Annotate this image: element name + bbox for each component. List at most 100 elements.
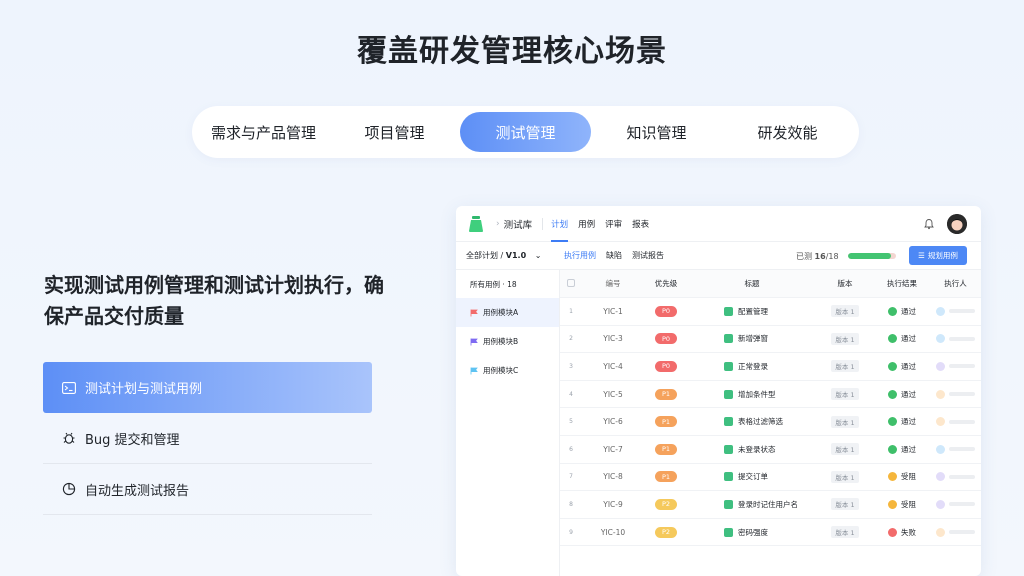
executor-name-placeholder <box>949 502 975 507</box>
case-title[interactable]: 配置管理 <box>738 306 768 317</box>
app-header: › 测试库 计划 用例 评审 报表 <box>456 206 981 242</box>
result-status-icon <box>888 444 897 454</box>
version-badge: 版本 1 <box>831 415 859 428</box>
plan-selector[interactable]: 全部计划 / V1.0 ⌄ <box>466 250 564 261</box>
test-library-logo-icon <box>469 215 483 232</box>
nav-tab-2[interactable]: 评审 <box>605 206 622 242</box>
sub-tab-1[interactable]: 缺陷 <box>606 250 622 261</box>
pie-chart-icon <box>61 481 77 497</box>
result-status-icon <box>888 499 897 509</box>
version-badge: 版本 1 <box>831 526 859 539</box>
feature-item-1[interactable]: Bug 提交和管理 <box>43 413 372 464</box>
case-title-cell: 未登录状态 <box>688 444 816 455</box>
table-row[interactable]: 4 YIC-5 P1 增加条件型 版本 1 通过 <box>560 381 981 409</box>
executor-avatar <box>936 389 945 399</box>
result-cell[interactable]: 失败 <box>874 527 930 538</box>
tab-1[interactable]: 项目管理 <box>329 112 460 152</box>
priority-badge: P1 <box>655 443 677 455</box>
plan-cases-button-label: 规划用例 <box>927 251 958 260</box>
table-row[interactable]: 7 YIC-8 P1 提交订单 版本 1 受阻 <box>560 464 981 492</box>
nav-tab-3[interactable]: 报表 <box>632 206 649 242</box>
table-row[interactable]: 8 YIC-9 P2 登录时记住用户名 版本 1 受阻 <box>560 491 981 519</box>
nav-tab-0[interactable]: 计划 <box>551 206 569 242</box>
executor-cell[interactable] <box>930 306 981 316</box>
table-row[interactable]: 5 YIC-6 P1 表格过滤筛选 版本 1 通过 <box>560 408 981 436</box>
test-case-icon <box>724 444 733 454</box>
table-row[interactable]: 2 YIC-3 P0 新增弹窗 版本 1 通过 <box>560 326 981 354</box>
executor-cell[interactable] <box>930 334 981 344</box>
executor-cell[interactable] <box>930 444 981 454</box>
result-cell[interactable]: 通过 <box>874 416 930 427</box>
plan-cases-button[interactable]: ☰ 规划用例 <box>909 246 967 265</box>
result-status-icon <box>888 527 897 537</box>
result-status-icon <box>888 417 897 427</box>
result-cell[interactable]: 通过 <box>874 444 930 455</box>
table-row[interactable]: 9 YIC-10 P2 密码强度 版本 1 失败 <box>560 519 981 547</box>
tab-4[interactable]: 研发效能 <box>722 112 853 152</box>
table-row[interactable]: 3 YIC-4 P0 正常登录 版本 1 通过 <box>560 353 981 381</box>
result-status-icon <box>888 472 897 482</box>
result-label: 通过 <box>901 334 916 344</box>
version-badge: 版本 1 <box>831 470 859 483</box>
version-badge: 版本 1 <box>831 305 859 318</box>
case-title-cell: 提交订单 <box>688 471 816 482</box>
module-item-0[interactable]: 用例模块A <box>456 298 559 327</box>
progress-text: 已测 16/18 <box>796 251 839 262</box>
case-title[interactable]: 登录时记住用户名 <box>738 499 798 510</box>
result-cell[interactable]: 受阻 <box>874 471 930 482</box>
executor-avatar <box>936 361 945 371</box>
case-title[interactable]: 密码强度 <box>738 527 768 538</box>
result-cell[interactable]: 受阻 <box>874 499 930 510</box>
case-title[interactable]: 提交订单 <box>738 471 768 482</box>
case-title-cell: 表格过滤筛选 <box>688 416 816 427</box>
module-item-2[interactable]: 用例模块C <box>456 356 559 385</box>
case-title[interactable]: 未登录状态 <box>738 444 776 455</box>
tab-2[interactable]: 测试管理 <box>460 112 591 152</box>
case-title[interactable]: 表格过滤筛选 <box>738 416 783 427</box>
feature-item-2[interactable]: 自动生成测试报告 <box>43 464 372 515</box>
row-index: 4 <box>569 390 573 398</box>
table-row[interactable]: 6 YIC-7 P1 未登录状态 版本 1 通过 <box>560 436 981 464</box>
executor-cell[interactable] <box>930 389 981 399</box>
result-cell[interactable]: 通过 <box>874 389 930 400</box>
version-cell: 版本 1 <box>816 360 874 373</box>
tab-3[interactable]: 知识管理 <box>591 112 722 152</box>
table-header: 编号 优先级 标题 版本 执行结果 执行人 <box>560 270 981 298</box>
executor-cell[interactable] <box>930 417 981 427</box>
result-cell[interactable]: 通过 <box>874 361 930 372</box>
priority-badge: P1 <box>655 416 677 428</box>
bell-icon[interactable] <box>923 218 935 230</box>
table-row[interactable]: 1 YIC-1 P0 配置管理 版本 1 通过 <box>560 298 981 326</box>
test-case-icon <box>724 334 733 344</box>
sub-tab-0[interactable]: 执行用例 <box>564 250 596 261</box>
case-title[interactable]: 新增弹窗 <box>738 333 768 344</box>
result-cell[interactable]: 通过 <box>874 306 930 317</box>
breadcrumb-title[interactable]: 测试库 <box>504 217 533 231</box>
case-title[interactable]: 正常登录 <box>738 361 768 372</box>
executor-name-placeholder <box>949 309 975 314</box>
flag-icon <box>470 367 478 374</box>
feature-item-0[interactable]: 测试计划与测试用例 <box>43 362 372 413</box>
select-all-checkbox[interactable] <box>560 278 582 289</box>
user-avatar[interactable] <box>947 214 967 234</box>
result-cell[interactable]: 通过 <box>874 333 930 344</box>
executor-cell[interactable] <box>930 472 981 482</box>
executor-cell[interactable] <box>930 361 981 371</box>
executor-cell[interactable] <box>930 527 981 537</box>
row-index: 8 <box>569 500 573 508</box>
tab-0[interactable]: 需求与产品管理 <box>198 112 329 152</box>
nav-tab-1[interactable]: 用例 <box>578 206 595 242</box>
module-label: 用例模块C <box>483 366 519 375</box>
executor-name-placeholder <box>949 447 975 452</box>
executor-cell[interactable] <box>930 499 981 509</box>
sub-tab-2[interactable]: 测试报告 <box>632 250 664 261</box>
module-item-1[interactable]: 用例模块B <box>456 327 559 356</box>
test-case-icon <box>724 499 733 509</box>
row-index: 7 <box>569 473 573 481</box>
case-title[interactable]: 增加条件型 <box>738 389 776 400</box>
case-number: YIC-3 <box>603 334 623 344</box>
priority-cell: P2 <box>644 498 688 510</box>
all-cases-item[interactable]: 所有用例 · 18 <box>456 270 559 298</box>
result-label: 受阻 <box>901 472 916 482</box>
result-status-icon <box>888 334 897 344</box>
